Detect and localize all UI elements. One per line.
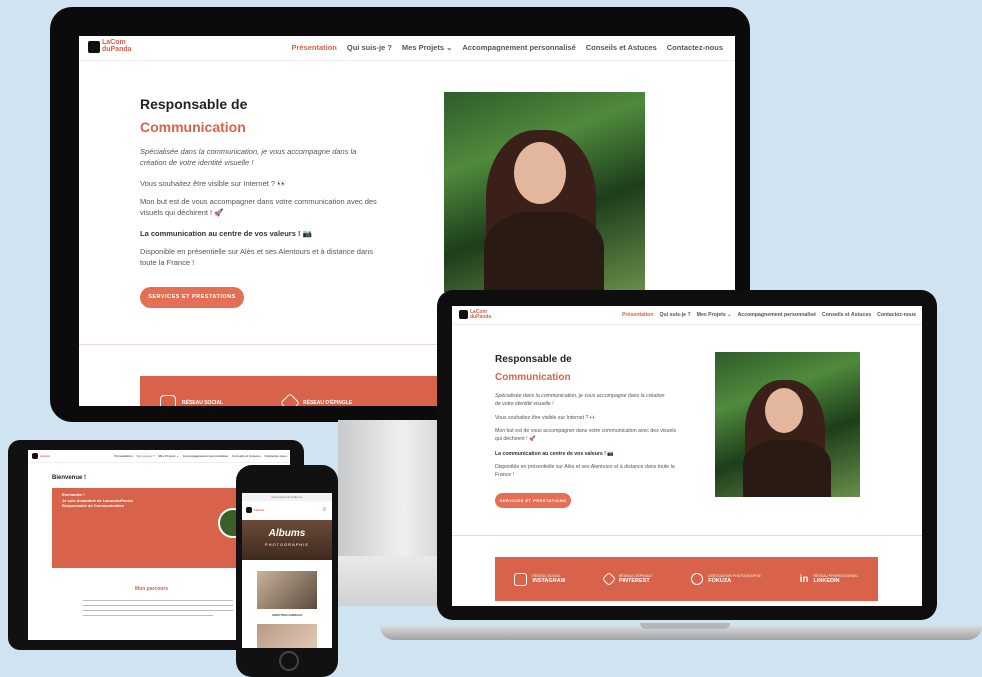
tag-icon xyxy=(280,393,301,406)
linkedin-icon: in xyxy=(799,573,809,585)
phone-url-bar[interactable]: lacomdupanda.fr/albums xyxy=(242,493,332,501)
phone-screen: lacomdupanda.fr/albums LaCom ≡ Albums PH… xyxy=(242,493,332,648)
desktop-nav: LaCom duPanda Présentation Qui suis-je ? … xyxy=(79,36,735,61)
hero-intro: Spécialisée dans la communication, je vo… xyxy=(495,393,665,407)
nav-presentation[interactable]: Présentation xyxy=(291,43,336,52)
social-fokuza[interactable]: ASSOCIATION PHOTOGRAPHIE FOKUZA xyxy=(691,573,761,585)
section-title: Mon parcours xyxy=(135,586,169,592)
phone-logo[interactable]: LaCom xyxy=(246,507,264,513)
social-instagram[interactable]: RÉSEAU SOCIAL INSTAGRAM xyxy=(514,572,565,586)
album-photo[interactable] xyxy=(257,624,317,648)
services-button[interactable]: SERVICES ET PRESTATIONS xyxy=(495,493,571,508)
nav-qui-suis-je[interactable]: Qui suis-je ? xyxy=(347,43,392,52)
nav-presentation[interactable]: Présentation xyxy=(622,312,653,318)
instagram-icon xyxy=(514,572,528,586)
nav-conseils[interactable]: Conseils et Astuces xyxy=(822,312,871,318)
hero-title-line2: Communication xyxy=(140,119,246,135)
hero-p4: Disponible en présentielle sur Alès et s… xyxy=(140,247,374,267)
laptop-nav: LaCom duPanda Présentation Qui suis-je ? … xyxy=(452,306,922,325)
hero-title-line2: Communication xyxy=(495,372,571,383)
laptop-screen: LaCom duPanda Présentation Qui suis-je ? … xyxy=(452,306,922,606)
nav-mes-projets[interactable]: Mes Projets ⌄ xyxy=(697,312,732,318)
hero-title-line1: Responsable de xyxy=(140,96,248,112)
desktop-social-band: RÉSEAU SOCIAL RÉSEAU D'ÉPINGLE xyxy=(140,376,440,406)
hero-p3: La communication au centre de vos valeur… xyxy=(495,451,614,457)
hero-title-line1: Responsable de xyxy=(495,354,572,365)
social-pinterest[interactable]: RÉSEAU D'ÉPINGLE PINTEREST xyxy=(601,571,653,587)
hero-intro: Spécialisée dans la communication, je vo… xyxy=(140,147,357,167)
instagram-icon xyxy=(160,395,176,406)
nav-mes-projets[interactable]: Mes Projets ⌄ xyxy=(402,43,452,52)
nav-mes-projets[interactable]: Mes Projets ⌄ xyxy=(159,454,179,458)
social-instagram[interactable]: RÉSEAU SOCIAL xyxy=(140,376,223,406)
nav-contact[interactable]: Contactez-nous xyxy=(265,454,288,458)
tablet-logo[interactable]: LaCom xyxy=(32,453,50,459)
services-button[interactable]: SERVICES ET PRESTATIONS xyxy=(140,287,244,308)
home-button[interactable] xyxy=(279,651,299,671)
laptop-social-band: RÉSEAU SOCIAL INSTAGRAM RÉSEAU D'ÉPINGLE P… xyxy=(495,557,878,601)
portrait-photo xyxy=(715,352,860,497)
laptop-logo[interactable]: LaCom duPanda xyxy=(459,310,491,320)
panda-logo-icon xyxy=(88,40,100,53)
panda-logo-icon xyxy=(32,453,38,459)
nav-contact[interactable]: Contactez-nous xyxy=(877,312,916,318)
tablet-heading: Bienvenue ! xyxy=(52,475,87,481)
social-linkedin[interactable]: in RÉSEAU PROFESSIONNEL LINKEDIN xyxy=(800,574,859,585)
desktop-menu: Présentation Qui suis-je ? Mes Projets ⌄… xyxy=(291,43,723,52)
hamburger-icon[interactable]: ≡ xyxy=(322,507,326,513)
panda-logo-icon xyxy=(459,310,468,320)
social-pinterest[interactable]: RÉSEAU D'ÉPINGLE xyxy=(223,376,352,406)
nav-contact[interactable]: Contactez-nous xyxy=(667,43,723,52)
desktop-logo[interactable]: LaCom duPanda xyxy=(88,39,132,53)
hero-p1: Vous souhaitez être visible sur Internet… xyxy=(140,179,287,188)
panda-logo-icon xyxy=(246,507,252,513)
aperture-icon xyxy=(691,573,704,585)
nav-conseils[interactable]: Conseils et Astuces xyxy=(586,43,657,52)
nav-accompagnement[interactable]: Accompagnement personnalisé xyxy=(183,454,228,458)
hero-p4: Disponible en présentielle sur Alès et s… xyxy=(495,464,675,478)
album-caption: ADOPTION ANIMAUX xyxy=(271,613,303,617)
hero-p1: Vous souhaitez être visible sur Internet… xyxy=(495,415,597,421)
nav-accompagnement[interactable]: Accompagnement personnalisé xyxy=(462,43,575,52)
hero-p2: Mon but est de vous accompagner dans vot… xyxy=(495,428,677,442)
nav-conseils[interactable]: Conseils et Astuces xyxy=(232,454,260,458)
nav-qui-suis-je[interactable]: Qui suis-je ? xyxy=(660,312,691,318)
laptop-menu: Présentation Qui suis-je ? Mes Projets ⌄… xyxy=(622,312,916,318)
nav-presentation[interactable]: Présentation xyxy=(114,454,132,458)
tag-icon xyxy=(601,571,616,587)
portrait-photo xyxy=(444,92,645,292)
tablet-intro-card: Enchantée ! Je suis Amandine de LacomduP… xyxy=(52,488,262,568)
nav-qui-suis-je[interactable]: Qui suis-je ? xyxy=(137,454,155,458)
hero-p2: Mon but est de vous accompagner dans vot… xyxy=(140,197,377,217)
tablet-nav: LaCom Présentation Qui suis-je ? Mes Pro… xyxy=(28,450,290,463)
album-photo[interactable] xyxy=(257,571,317,609)
hero-p3: La communication au centre de vos valeur… xyxy=(140,229,312,238)
nav-accompagnement[interactable]: Accompagnement personnalisé xyxy=(738,312,816,318)
albums-hero: Albums PHOTOGRAPHIE xyxy=(242,520,332,560)
